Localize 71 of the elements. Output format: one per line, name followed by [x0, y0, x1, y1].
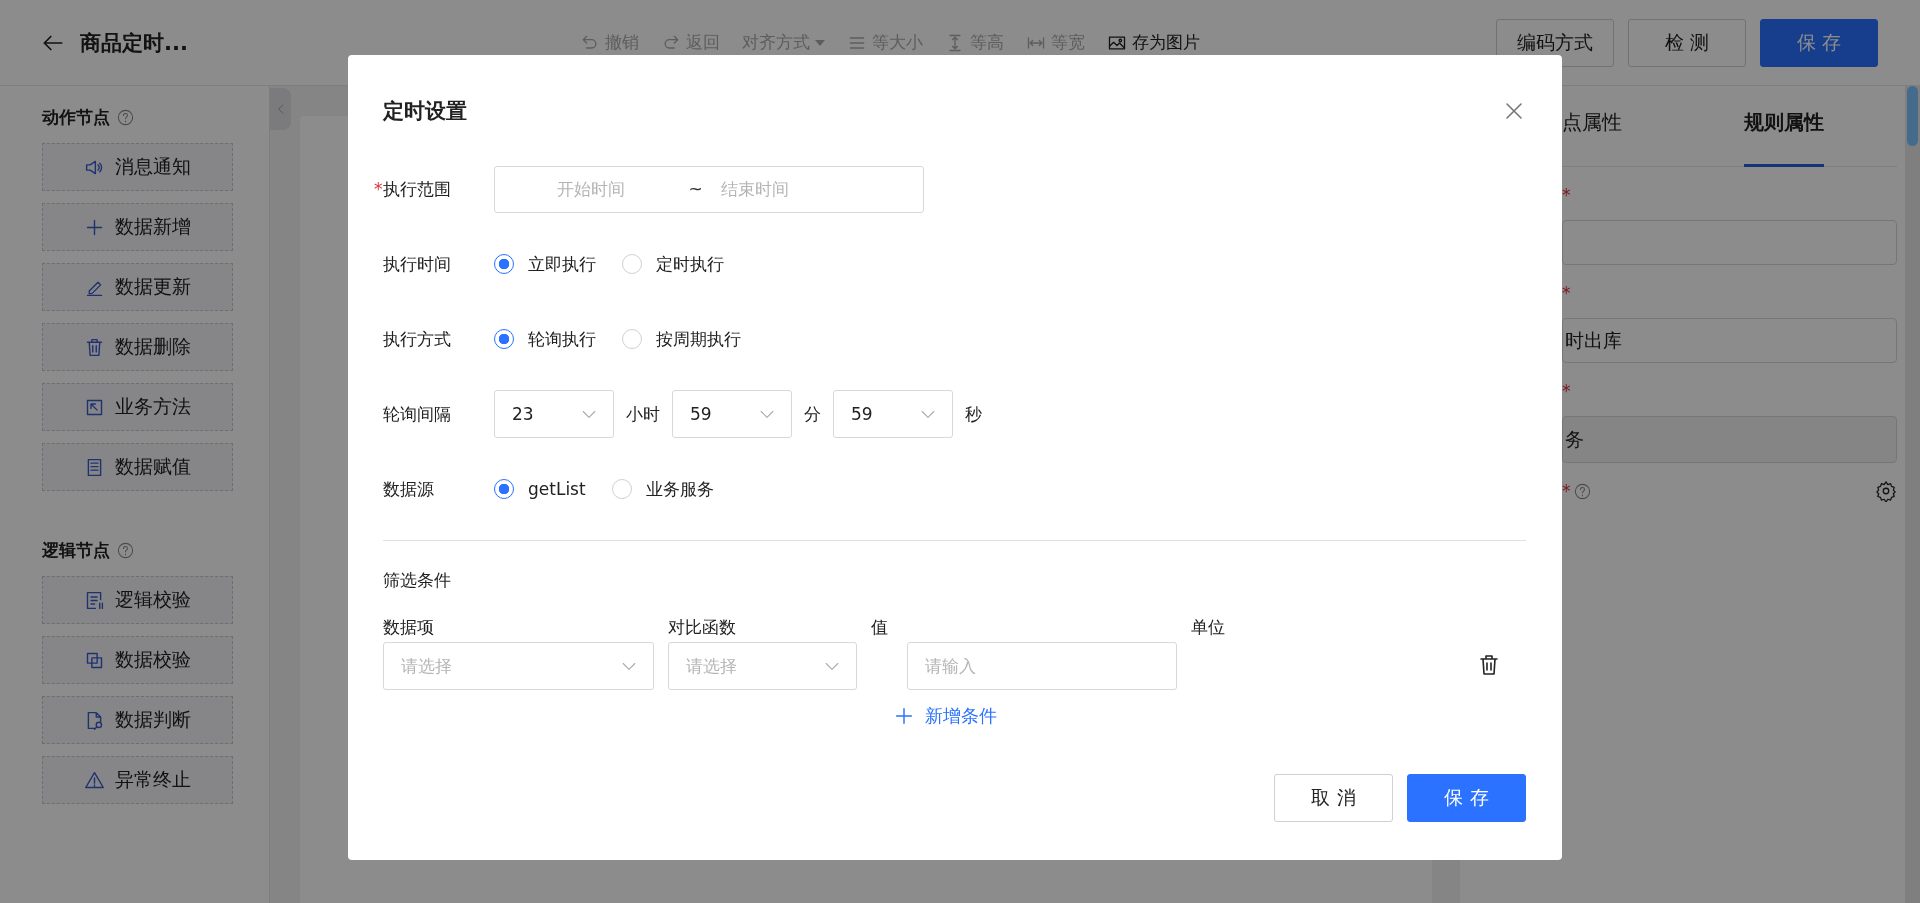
node-item[interactable]: 逻辑校验: [42, 576, 233, 624]
required-mark: *: [374, 179, 383, 199]
select-field[interactable]: 59: [833, 390, 953, 438]
select-field[interactable]: 23: [494, 390, 614, 438]
field-label: 数据源: [383, 477, 435, 501]
radio-button[interactable]: [494, 479, 514, 499]
settings-icon: [1875, 480, 1897, 502]
required-mark: *: [1562, 283, 1571, 303]
group-title: 动作节点: [42, 106, 110, 129]
radio-option[interactable]: 业务服务: [611, 477, 714, 501]
collapse-handle[interactable]: [270, 88, 291, 130]
trash-icon: [1477, 653, 1501, 677]
text-field[interactable]: 时出库: [1562, 318, 1897, 363]
text-field[interactable]: 务: [1562, 416, 1897, 463]
node-item[interactable]: 数据删除: [42, 323, 233, 371]
header-button[interactable]: 检 测: [1628, 18, 1746, 67]
node-item[interactable]: 数据校验: [42, 636, 233, 684]
required-mark: *: [1562, 481, 1571, 501]
help-icon: [1572, 481, 1592, 501]
radio-button[interactable]: [494, 329, 514, 349]
date-range-field[interactable]: 开始时间 ~ 结束时间: [493, 165, 924, 213]
warning-icon: [84, 769, 105, 791]
radio-option[interactable]: 定时执行: [622, 252, 724, 276]
panel-tab[interactable]: 点属性: [1562, 106, 1622, 167]
radio-option[interactable]: getList: [494, 479, 586, 499]
field-label: 轮询间隔: [383, 402, 452, 426]
node-item[interactable]: 数据赋值: [42, 443, 233, 491]
caret-icon: [815, 39, 825, 46]
dialog-button[interactable]: 保 存: [1407, 774, 1526, 822]
dialog-button[interactable]: 取 消: [1274, 774, 1393, 822]
text-field[interactable]: [1562, 220, 1897, 265]
node-item[interactable]: 数据判断: [42, 696, 233, 744]
radio-option[interactable]: 按周期执行: [622, 327, 741, 351]
column-header: 数据项: [383, 616, 435, 639]
trash-icon: [84, 336, 105, 358]
required-mark: *: [1562, 381, 1571, 401]
field-label: 执行范围: [382, 177, 452, 201]
unit-label: 秒: [965, 402, 982, 426]
select-field[interactable]: 59: [672, 390, 792, 438]
unit-label: 分: [804, 402, 821, 426]
start-placeholder: 开始时间: [556, 177, 626, 201]
header-button[interactable]: 保 存: [1760, 18, 1878, 67]
help-icon: [116, 108, 135, 127]
add-condition-button[interactable]: 新增条件: [892, 704, 997, 728]
section-title: 筛选条件: [383, 569, 452, 592]
node-item[interactable]: 数据更新: [42, 263, 233, 311]
radio-button[interactable]: [494, 254, 514, 274]
column-header: 值: [871, 616, 889, 639]
scrollbar[interactable]: [1905, 86, 1920, 903]
list-icon: [84, 589, 105, 611]
range-separator: ~: [688, 179, 704, 199]
radio-option[interactable]: 立即执行: [494, 252, 596, 276]
help-icon: [116, 541, 135, 560]
radio-option[interactable]: 轮询执行: [494, 327, 596, 351]
field-label: 执行方式: [383, 327, 452, 351]
group-title: 逻辑节点: [42, 539, 110, 562]
panel-tab[interactable]: 规则属性: [1744, 106, 1824, 167]
column-header: 单位: [1191, 616, 1226, 639]
unit-label: 小时: [626, 402, 660, 426]
node-item[interactable]: 业务方法: [42, 383, 233, 431]
node-item[interactable]: 数据新增: [42, 203, 233, 251]
node-item[interactable]: 消息通知: [42, 143, 233, 191]
page-title: 商品定时...: [80, 29, 189, 57]
required-mark: *: [1562, 185, 1571, 205]
field-label: 执行时间: [383, 252, 452, 276]
dialog-title: 定时设置: [383, 98, 467, 125]
node-item[interactable]: 异常终止: [42, 756, 233, 804]
scrollbar-thumb[interactable]: [1907, 86, 1918, 146]
toolbar-button[interactable]: 存为图片: [1107, 31, 1200, 54]
column-header: 对比函数: [668, 616, 737, 639]
end-placeholder: 结束时间: [720, 177, 790, 201]
